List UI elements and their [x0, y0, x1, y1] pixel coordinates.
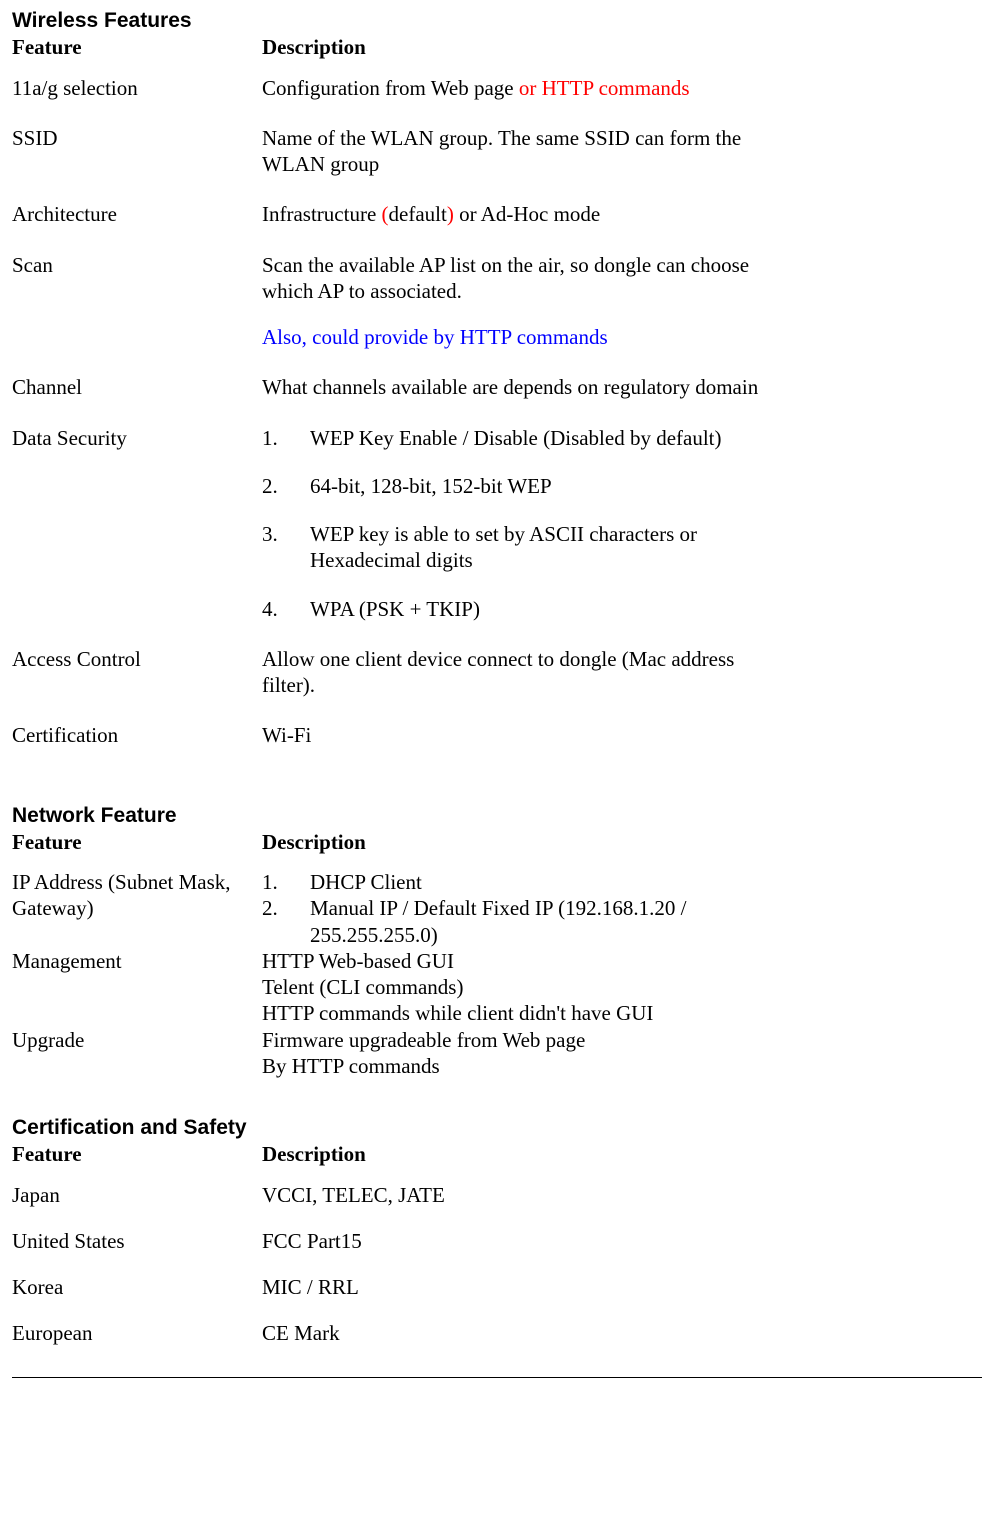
feature-label: IP Address (Subnet Mask, Gateway) [12, 869, 262, 948]
feature-desc: CE Mark [262, 1320, 782, 1346]
feature-label: 11a/g selection [12, 75, 262, 101]
feature-label: Japan [12, 1182, 262, 1208]
feature-label: Certification [12, 722, 262, 748]
feature-desc: MIC / RRL [262, 1274, 782, 1300]
feature-label: Scan [12, 252, 262, 351]
feature-desc: WEP Key Enable / Disable (Disabled by de… [262, 425, 782, 622]
col-feature-header: Feature [12, 829, 262, 855]
col-desc-header: Description [262, 829, 782, 855]
feature-label: Upgrade [12, 1027, 262, 1080]
footer-divider [12, 1377, 982, 1378]
upgrade-line: By HTTP commands [262, 1053, 782, 1079]
feature-label: SSID [12, 125, 262, 178]
scan-desc-line2-blue: Also, could provide by HTTP commands [262, 324, 782, 350]
feature-label: Access Control [12, 646, 262, 699]
mgmt-line: Telent (CLI commands) [262, 974, 782, 1000]
upgrade-line: Firmware upgradeable from Web page [262, 1027, 782, 1053]
row-data-security: Data Security WEP Key Enable / Disable (… [12, 425, 982, 622]
feature-desc: Allow one client device connect to dongl… [262, 646, 782, 699]
feature-desc: HTTP Web-based GUI Telent (CLI commands)… [262, 948, 782, 1027]
desc-part1: Configuration from Web page [262, 76, 519, 100]
feature-desc: What channels available are depends on r… [262, 374, 782, 400]
mgmt-line: HTTP commands while client didn't have G… [262, 1000, 782, 1026]
section-title-wireless: Wireless Features [12, 8, 982, 34]
section-title-network: Network Feature [12, 803, 982, 829]
security-item: 64-bit, 128-bit, 152-bit WEP [262, 473, 782, 499]
feature-label: Architecture [12, 201, 262, 227]
header-row-network: Feature Description [12, 829, 982, 855]
row-scan: Scan Scan the available AP list on the a… [12, 252, 982, 351]
row-upgrade: Upgrade Firmware upgradeable from Web pa… [12, 1027, 982, 1080]
feature-desc: FCC Part15 [262, 1228, 782, 1254]
row-ssid: SSID Name of the WLAN group. The same SS… [12, 125, 982, 178]
row-11ag: 11a/g selection Configuration from Web p… [12, 75, 982, 101]
feature-desc: Scan the available AP list on the air, s… [262, 252, 782, 351]
col-desc-header: Description [262, 34, 782, 60]
scan-desc-line1: Scan the available AP list on the air, s… [262, 252, 782, 305]
row-european: European CE Mark [12, 1320, 982, 1346]
feature-label: Channel [12, 374, 262, 400]
feature-desc: Wi-Fi [262, 722, 782, 748]
row-management: Management HTTP Web-based GUI Telent (CL… [12, 948, 982, 1027]
desc-part2-red: or HTTP commands [519, 76, 690, 100]
ip-item: DHCP Client [262, 869, 782, 895]
desc-p3: or Ad-Hoc mode [454, 202, 600, 226]
section-title-certsafety: Certification and Safety [12, 1115, 982, 1141]
row-architecture: Architecture Infrastructure (default) or… [12, 201, 982, 227]
ip-item: Manual IP / Default Fixed IP (192.168.1.… [262, 895, 782, 948]
feature-desc: VCCI, TELEC, JATE [262, 1182, 782, 1208]
row-united-states: United States FCC Part15 [12, 1228, 982, 1254]
row-korea: Korea MIC / RRL [12, 1274, 982, 1300]
header-row-certsafety: Feature Description [12, 1141, 982, 1167]
desc-p1: Infrastructure [262, 202, 382, 226]
feature-desc: DHCP Client Manual IP / Default Fixed IP… [262, 869, 782, 948]
feature-label: United States [12, 1228, 262, 1254]
security-item: WEP key is able to set by ASCII characte… [262, 521, 782, 574]
header-row-wireless: Feature Description [12, 34, 982, 60]
desc-default: default [389, 202, 447, 226]
desc-paren2: ) [447, 202, 454, 226]
col-desc-header: Description [262, 1141, 782, 1167]
feature-desc: Name of the WLAN group. The same SSID ca… [262, 125, 782, 178]
feature-desc: Infrastructure (default) or Ad-Hoc mode [262, 201, 782, 227]
row-ip-address: IP Address (Subnet Mask, Gateway) DHCP C… [12, 869, 982, 948]
mgmt-line: HTTP Web-based GUI [262, 948, 782, 974]
row-japan: Japan VCCI, TELEC, JATE [12, 1182, 982, 1208]
feature-label: European [12, 1320, 262, 1346]
col-feature-header: Feature [12, 1141, 262, 1167]
row-channel: Channel What channels available are depe… [12, 374, 982, 400]
security-item: WEP Key Enable / Disable (Disabled by de… [262, 425, 782, 451]
row-access-control: Access Control Allow one client device c… [12, 646, 982, 699]
security-item: WPA (PSK + TKIP) [262, 596, 782, 622]
col-feature-header: Feature [12, 34, 262, 60]
feature-label: Management [12, 948, 262, 1027]
desc-paren1: ( [382, 202, 389, 226]
row-certification: Certification Wi-Fi [12, 722, 982, 748]
feature-label: Data Security [12, 425, 262, 622]
feature-label: Korea [12, 1274, 262, 1300]
feature-desc: Configuration from Web page or HTTP comm… [262, 75, 782, 101]
feature-desc: Firmware upgradeable from Web page By HT… [262, 1027, 782, 1080]
